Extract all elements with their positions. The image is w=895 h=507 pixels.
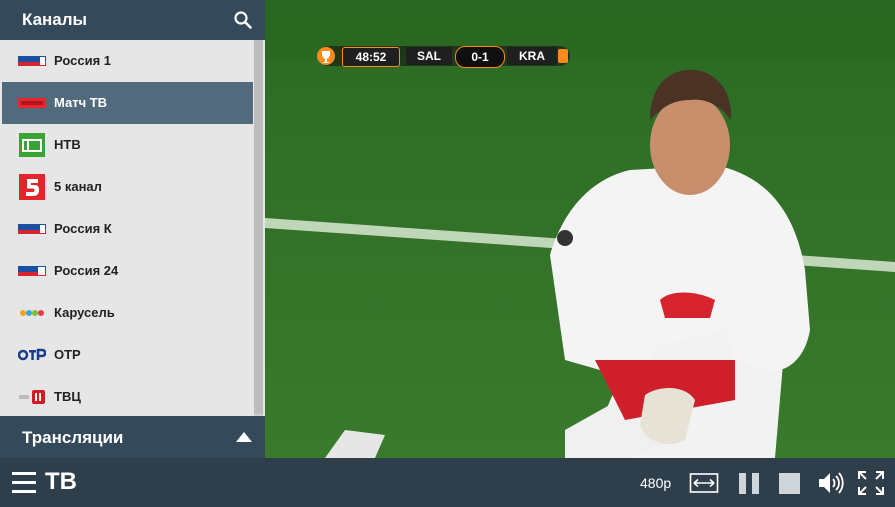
karusel-logo: [18, 301, 46, 325]
channel-name: Россия 1: [54, 53, 111, 68]
russia1-logo: [18, 49, 46, 73]
match-score: 0-1: [455, 46, 505, 68]
channel-item-otr[interactable]: ОТР: [2, 334, 253, 376]
channel-item-russia-k[interactable]: Россия К: [2, 208, 253, 250]
channel-item-tvc[interactable]: ТВЦ: [2, 376, 253, 416]
ntv-logo: [18, 133, 46, 157]
channel-name: ОТР: [54, 347, 81, 362]
channel5-logo: [18, 174, 46, 200]
channel-name: Россия К: [54, 221, 112, 236]
video-player[interactable]: [265, 0, 895, 458]
stop-icon[interactable]: [775, 470, 805, 496]
channel-item-russia1[interactable]: Россия 1: [2, 40, 253, 82]
russia-k-logo: [18, 217, 46, 241]
channel-name: Россия 24: [54, 263, 119, 278]
away-team: KRA: [507, 47, 557, 65]
channel-item-ntv[interactable]: НТВ: [2, 124, 253, 166]
fullscreen-icon[interactable]: [856, 470, 886, 496]
channel-name: ТВЦ: [54, 389, 81, 404]
match-tv-logo: [18, 91, 46, 115]
otr-logo: [18, 343, 46, 367]
channel-list: Россия 1 Матч ТВ НТВ 5 канал Россия К Ро…: [0, 40, 265, 416]
channel-name: 5 канал: [54, 179, 102, 194]
app-title: ТВ: [45, 468, 77, 495]
broadcasts-title: Трансляции: [22, 428, 124, 447]
sidebar-title: Каналы: [22, 10, 88, 29]
channel-item-match-tv[interactable]: Матч ТВ: [2, 82, 253, 124]
sidebar-header: Каналы: [0, 0, 265, 40]
scrollbar-thumb[interactable]: [254, 40, 263, 414]
search-icon[interactable]: [234, 11, 252, 29]
channel-item-russia24[interactable]: Россия 24: [2, 250, 253, 292]
match-clock: 48:52: [342, 47, 400, 67]
channel-item-karusel[interactable]: Карусель: [2, 292, 253, 334]
russia24-logo: [18, 259, 46, 283]
channel-item-channel5[interactable]: 5 канал: [2, 166, 253, 208]
channel-list-scrollbar[interactable]: [254, 40, 263, 416]
hamburger-menu-icon[interactable]: [12, 472, 36, 494]
aspect-ratio-icon[interactable]: [689, 470, 719, 496]
tvc-logo: [18, 385, 46, 409]
chevron-up-icon[interactable]: [236, 432, 252, 442]
channel-name: Карусель: [54, 305, 115, 320]
score-overlay: 48:52 SAL 0-1 KRA: [314, 44, 574, 68]
broadcasts-section-toggle[interactable]: Трансляции: [0, 416, 265, 458]
quality-selector[interactable]: 480p: [640, 475, 671, 491]
video-frame: [265, 0, 895, 458]
channel-name: НТВ: [54, 137, 81, 152]
volume-icon[interactable]: [816, 470, 846, 496]
home-team: SAL: [406, 47, 452, 65]
pause-icon[interactable]: [735, 470, 765, 496]
channel-sidebar: Каналы Россия 1 Матч ТВ НТВ 5 канал Росс…: [0, 0, 265, 458]
channel-name: Матч ТВ: [54, 95, 108, 110]
